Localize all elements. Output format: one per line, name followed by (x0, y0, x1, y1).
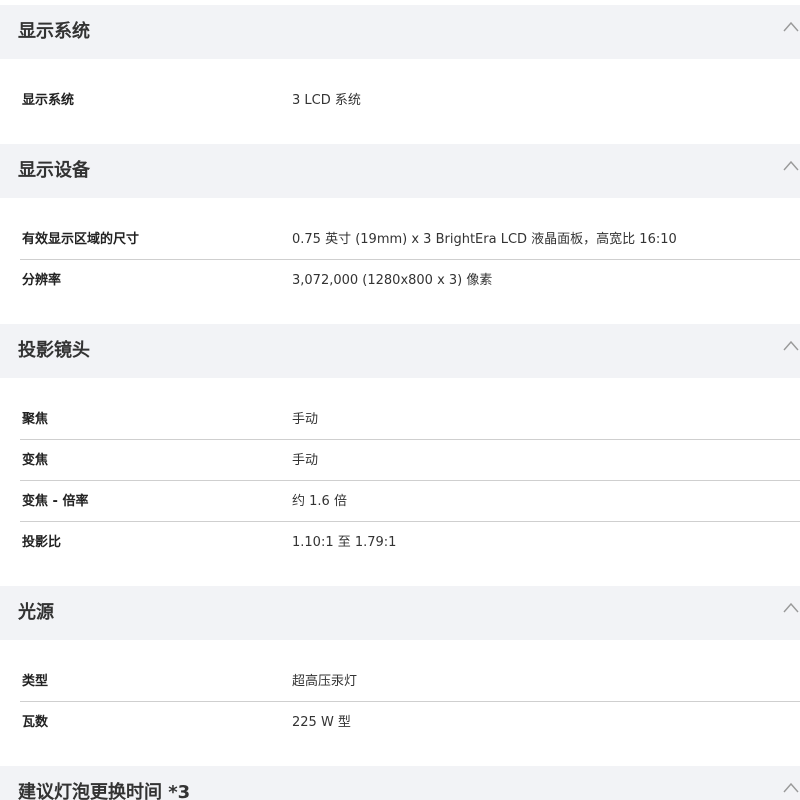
spec-label: 变焦 - 倍率 (22, 494, 89, 509)
spec-row: 显示系统 3 LCD 系统 (0, 80, 800, 121)
spec-row: 瓦数 225 W 型 (0, 702, 800, 743)
spec-label: 分辨率 (22, 273, 62, 288)
section-header-lamp-replacement[interactable]: 建议灯泡更换时间 *3 (0, 766, 800, 800)
chevron-up-icon[interactable] (782, 19, 800, 37)
spec-value: 手动 (292, 453, 319, 468)
spec-label: 有效显示区域的尺寸 (22, 232, 140, 247)
section-title: 显示系统 (18, 21, 90, 42)
spec-row: 有效显示区域的尺寸 0.75 英寸 (19mm) x 3 BrightEra L… (0, 219, 800, 260)
spec-value: 0.75 英寸 (19mm) x 3 BrightEra LCD 液晶面板，高宽… (292, 232, 677, 247)
chevron-up-icon[interactable] (782, 780, 800, 798)
spec-row: 投影比 1.10:1 至 1.79:1 (0, 522, 800, 563)
chevron-up-icon[interactable] (782, 338, 800, 356)
section-title: 投影镜头 (18, 340, 90, 361)
spec-value: 1.10:1 至 1.79:1 (292, 535, 397, 550)
chevron-up-icon[interactable] (782, 158, 800, 176)
spec-label: 瓦数 (22, 715, 49, 730)
section-header-projection-lens[interactable]: 投影镜头 (0, 324, 800, 378)
spec-label: 投影比 (22, 535, 62, 550)
section-header-light-source[interactable]: 光源 (0, 586, 800, 640)
chevron-up-icon[interactable] (782, 600, 800, 618)
section-header-display-device[interactable]: 显示设备 (0, 144, 800, 198)
spec-row: 类型 超高压汞灯 (0, 661, 800, 702)
spec-row: 分辨率 3,072,000 (1280x800 x 3) 像素 (0, 260, 800, 301)
section-title: 显示设备 (18, 160, 90, 181)
spec-label: 变焦 (22, 453, 49, 468)
spec-value: 3,072,000 (1280x800 x 3) 像素 (292, 273, 493, 288)
spec-page: 显示系统 显示系统 3 LCD 系统 显示设备 有效显示区域的尺寸 0.75 英… (0, 0, 800, 800)
spec-value: 超高压汞灯 (292, 674, 358, 689)
spec-label: 显示系统 (22, 93, 75, 108)
spec-value: 225 W 型 (292, 715, 351, 730)
spec-row: 变焦 手动 (0, 440, 800, 481)
spec-row: 聚焦 手动 (0, 399, 800, 440)
spec-label: 聚焦 (22, 412, 49, 427)
section-title: 建议灯泡更换时间 *3 (18, 782, 191, 800)
spec-value: 手动 (292, 412, 319, 427)
spec-row: 变焦 - 倍率 约 1.6 倍 (0, 481, 800, 522)
spec-value: 约 1.6 倍 (292, 494, 347, 509)
section-header-display-system[interactable]: 显示系统 (0, 5, 800, 59)
spec-label: 类型 (22, 674, 49, 689)
section-title: 光源 (18, 602, 54, 623)
spec-value: 3 LCD 系统 (292, 93, 361, 108)
